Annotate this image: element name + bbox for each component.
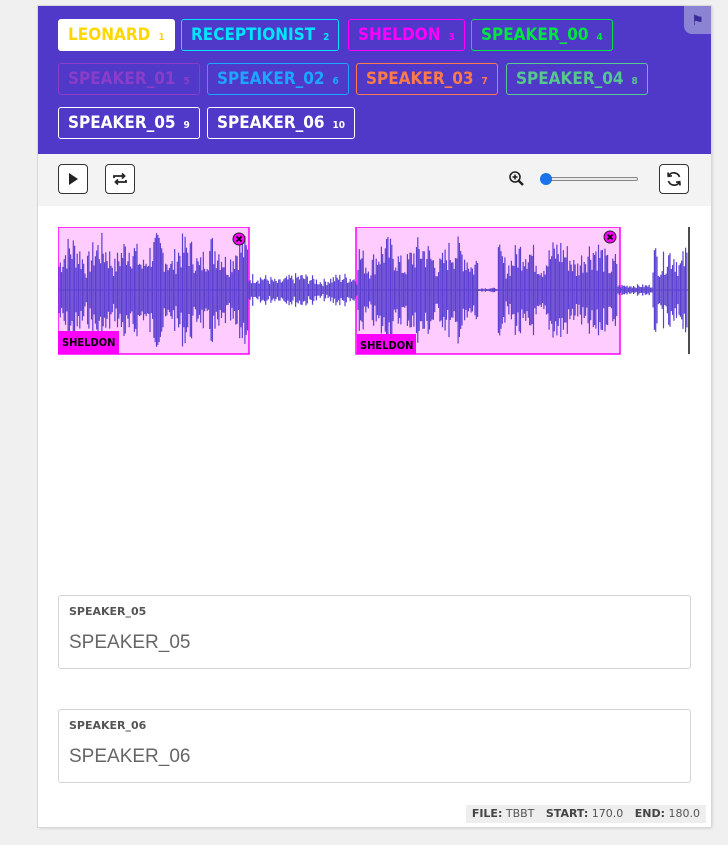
label-chip-name: SPEAKER_01 (68, 69, 176, 89)
file-info-footer: FILE: TBBT START: 170.0 END: 180.0 (465, 805, 706, 823)
label-chip-speaker-02[interactable]: SPEAKER_02 6 (207, 63, 349, 95)
zoom-slider-track (540, 177, 638, 181)
label-chip-hotkey: 8 (631, 76, 638, 87)
label-selector-bar: ⚑ LEONARD 1 RECEPTIONIST 2 SHELDON 3 SPEAKE… (38, 6, 711, 154)
zoom-slider-thumb[interactable] (540, 173, 552, 185)
close-icon[interactable] (603, 230, 617, 244)
play-icon (69, 173, 78, 185)
label-chip-speaker-04[interactable]: SPEAKER_04 8 (506, 63, 648, 95)
label-chip-hotkey: 3 (448, 32, 455, 43)
label-chip-hotkey: 9 (183, 120, 190, 131)
label-chip-speaker-03[interactable]: SPEAKER_03 7 (356, 63, 498, 95)
label-chip-name: SPEAKER_03 (366, 69, 474, 89)
flag-icon[interactable]: ⚑ (684, 6, 711, 34)
label-chip-name: SPEAKER_05 (68, 113, 176, 133)
speaker-06-field[interactable]: SPEAKER_06 SPEAKER_06 (58, 709, 691, 783)
label-chip-name: SHELDON (358, 25, 441, 45)
label-chip-name: SPEAKER_00 (481, 25, 589, 45)
region-label: SHELDON (62, 336, 115, 349)
file-value: TBBT (505, 807, 535, 820)
speaker-05-field[interactable]: SPEAKER_05 SPEAKER_05 (58, 595, 691, 669)
label-chip-name: LEONARD (68, 25, 151, 45)
label-chip-hotkey: 7 (481, 76, 488, 87)
start-label: START: (545, 807, 589, 820)
label-chip-name: SPEAKER_02 (217, 69, 325, 89)
label-chip-speaker-05[interactable]: SPEAKER_05 9 (58, 107, 200, 139)
label-chip-name: SPEAKER_04 (516, 69, 624, 89)
play-button[interactable] (58, 164, 88, 194)
label-chip-name: SPEAKER_06 (217, 113, 325, 133)
label-chip-sheldon[interactable]: SHELDON 3 (348, 19, 465, 51)
loop-button[interactable] (105, 164, 135, 194)
label-chip-hotkey: 1 (158, 32, 165, 43)
zoom-slider[interactable] (540, 173, 638, 185)
label-chip-speaker-01[interactable]: SPEAKER_01 5 (58, 63, 200, 95)
label-chip-receptionist[interactable]: RECEPTIONIST 2 (181, 19, 340, 51)
end-label: END: (634, 807, 665, 820)
reset-button[interactable] (659, 164, 689, 194)
label-chip-leonard[interactable]: LEONARD 1 (58, 19, 175, 51)
region-label: SHELDON (360, 339, 413, 352)
field-value[interactable]: SPEAKER_06 (69, 746, 190, 768)
audio-annotation-panel: ⚑ LEONARD 1 RECEPTIONIST 2 SHELDON 3 SPEAKE… (38, 6, 711, 827)
zoom-in-icon (509, 171, 524, 186)
label-chip-speaker-06[interactable]: SPEAKER_06 10 (207, 107, 356, 139)
player-toolbar (38, 154, 711, 206)
field-value[interactable]: SPEAKER_05 (69, 632, 190, 654)
label-chip-hotkey: 6 (332, 76, 339, 87)
close-icon[interactable] (232, 232, 246, 246)
start-value: 170.0 (591, 807, 624, 820)
label-chip-hotkey: 4 (596, 32, 603, 43)
repeat-icon (113, 172, 127, 186)
field-label: SPEAKER_05 (69, 605, 147, 618)
label-chip-hotkey: 5 (183, 76, 190, 87)
file-label: FILE: (471, 807, 503, 820)
refresh-icon (667, 172, 681, 186)
end-value: 180.0 (668, 807, 701, 820)
label-chip-name: RECEPTIONIST (191, 25, 316, 45)
label-chip-hotkey: 2 (323, 32, 330, 43)
field-label: SPEAKER_06 (69, 719, 147, 732)
label-chip-hotkey: 10 (332, 120, 346, 131)
audio-waveform[interactable]: SHELDON SHELDON (58, 227, 692, 357)
label-chip-speaker-00[interactable]: SPEAKER_00 4 (471, 19, 613, 51)
